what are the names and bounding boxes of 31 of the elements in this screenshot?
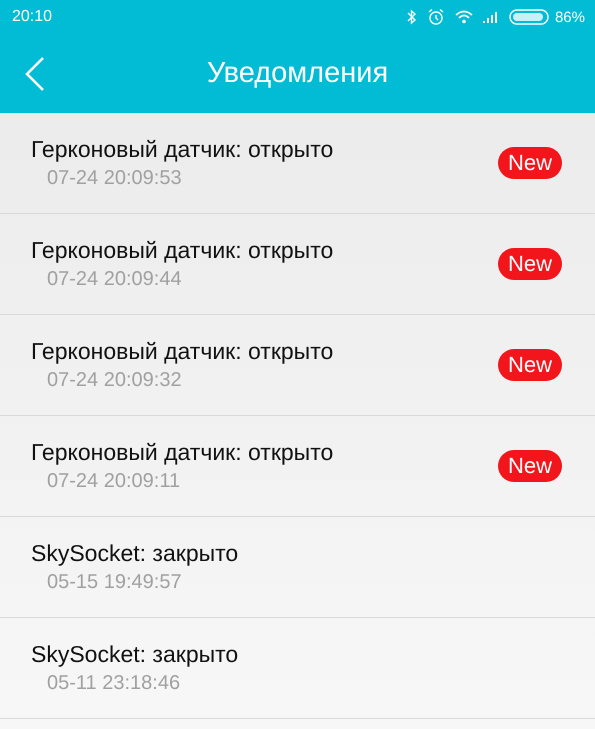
- back-icon[interactable]: [24, 56, 46, 92]
- new-badge: New: [498, 349, 562, 381]
- notification-item[interactable]: SkySocket: закрыто 05-15 19:49:57: [0, 517, 595, 618]
- notification-title: Герконовый датчик: открыто: [31, 237, 334, 264]
- bluetooth-icon: [406, 9, 417, 25]
- notification-time: 07-24 20:09:44: [47, 268, 183, 291]
- notification-time: 05-15 19:49:57: [47, 571, 183, 594]
- notification-time: 05-11 23:18:46: [47, 672, 182, 695]
- notification-item[interactable]: Герконовый датчик: открыто 07-24 20:09:44 New: [0, 214, 595, 315]
- notification-title: SkySocket: закрыто: [31, 540, 238, 567]
- screen-title: Уведомления: [206, 57, 388, 90]
- signal-icon: [482, 11, 499, 23]
- notification-title: Герконовый датчик: открыто: [31, 338, 334, 365]
- status-time: 20:10: [12, 8, 52, 26]
- notification-time: 07-24 20:09:32: [47, 369, 183, 392]
- notification-item[interactable]: SkySocket: закрыто 05-11 23:18:46: [0, 618, 595, 719]
- notification-time: 07-24 20:09:11: [47, 470, 182, 493]
- notification-item[interactable]: Герконовый датчик: открыто 07-24 20:09:11 New: [0, 416, 595, 517]
- notification-item[interactable]: Герконовый датчик: открыто 07-24 20:09:53 New: [0, 113, 595, 214]
- battery-icon: [508, 9, 549, 25]
- new-badge: New: [498, 248, 562, 280]
- notification-item[interactable]: Герконовый датчик: открыто 07-24 20:09:32 New: [0, 315, 595, 416]
- notification-time: 07-24 20:09:53: [47, 167, 183, 190]
- alarm-clock-icon: [426, 8, 445, 26]
- battery-percentage: 86%: [554, 8, 585, 26]
- notification-title: Герконовый датчик: открыто: [31, 136, 334, 163]
- new-badge: New: [498, 450, 562, 482]
- wifi-icon: [454, 10, 473, 24]
- notification-title: Герконовый датчик: открыто: [31, 439, 334, 466]
- notification-title: SkySocket: закрыто: [31, 641, 238, 668]
- new-badge: New: [498, 147, 562, 179]
